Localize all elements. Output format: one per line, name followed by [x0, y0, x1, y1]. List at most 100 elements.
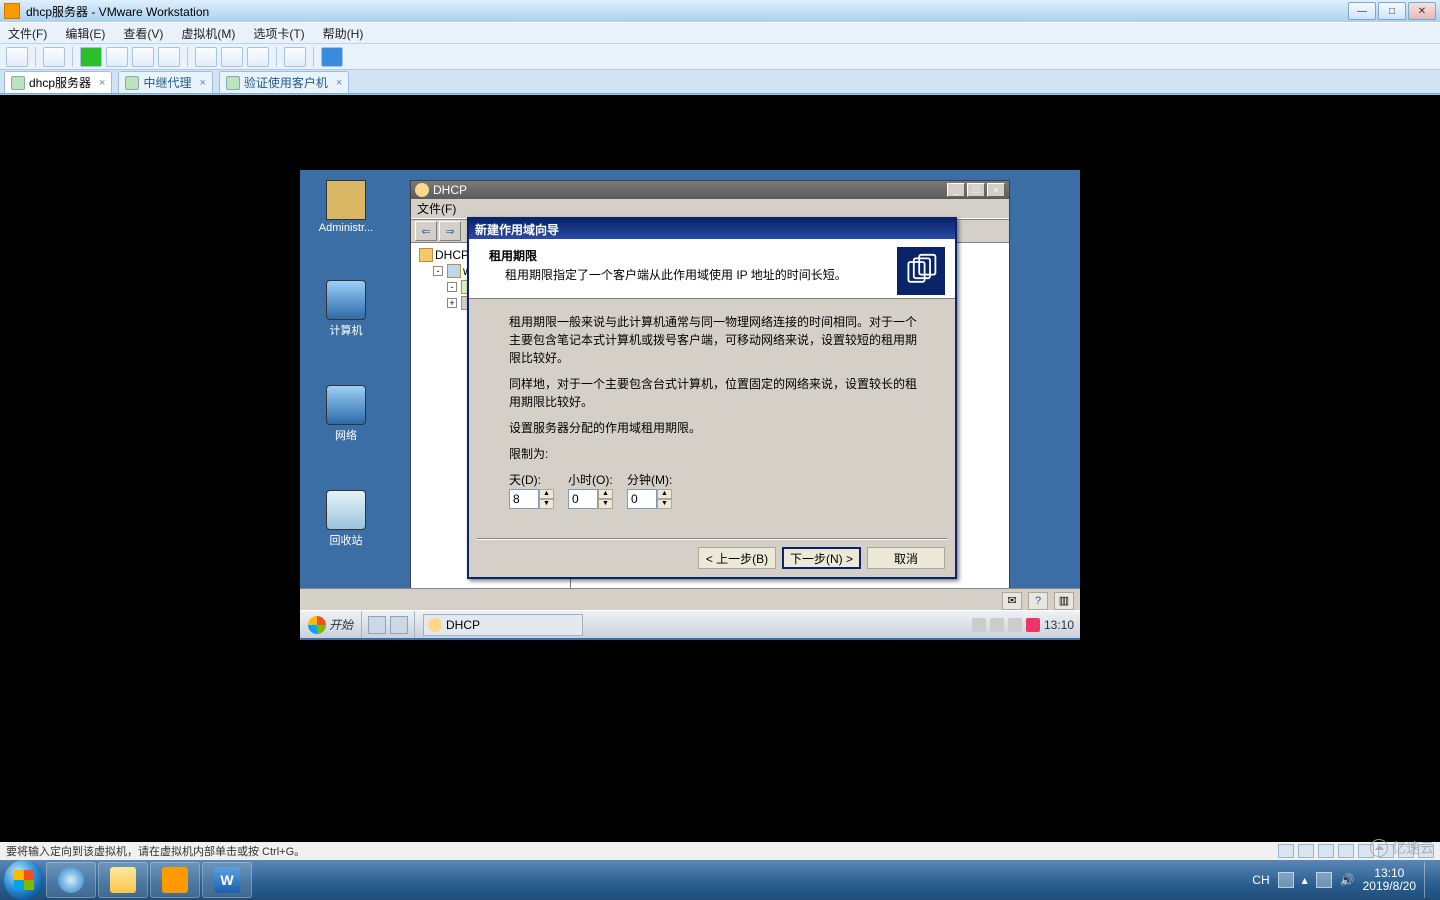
- tray-flag-icon[interactable]: [1278, 872, 1294, 888]
- minutes-input[interactable]: [627, 489, 657, 509]
- guest-viewport[interactable]: Administr... 计算机 网络 回收站 DHCP _: [0, 95, 1440, 860]
- host-start-button[interactable]: [4, 860, 44, 900]
- toolbar-reset-icon[interactable]: [158, 47, 180, 67]
- device-hdd-icon[interactable]: [1278, 844, 1294, 858]
- tray-shield-icon[interactable]: [1026, 618, 1040, 632]
- tab-close-icon[interactable]: ×: [99, 77, 105, 89]
- hours-spinner[interactable]: ▲▼: [568, 489, 613, 509]
- spinner-up-icon[interactable]: ▲: [657, 489, 672, 499]
- host-window: dhcp服务器 - VMware Workstation — □ ✕ 文件(F)…: [0, 0, 1440, 900]
- tray-network-icon[interactable]: [1316, 872, 1332, 888]
- close-button[interactable]: ✕: [1408, 2, 1436, 20]
- mmc-titlebar[interactable]: DHCP _ □ ×: [411, 181, 1009, 199]
- spinner-down-icon[interactable]: ▼: [657, 499, 672, 509]
- mmc-menubar: 文件(F): [411, 199, 1009, 219]
- vm-tab-dhcp[interactable]: dhcp服务器 ×: [4, 71, 112, 93]
- menu-vm[interactable]: 虚拟机(M): [181, 25, 235, 42]
- tray-network-icon[interactable]: [1008, 618, 1022, 632]
- maximize-button[interactable]: □: [1378, 2, 1406, 20]
- toolbar-play-icon[interactable]: [80, 47, 102, 67]
- nav-back-icon[interactable]: ⇐: [415, 221, 437, 241]
- vmware-icon: [4, 3, 20, 19]
- tree-root[interactable]: DHCP: [435, 248, 469, 262]
- toolbar-stop-icon[interactable]: [132, 47, 154, 67]
- quicklaunch-icon[interactable]: [390, 616, 408, 634]
- tray-icon[interactable]: [972, 618, 986, 632]
- nav-forward-icon[interactable]: ⇒: [439, 221, 461, 241]
- tray-volume-icon[interactable]: 🔊: [1340, 873, 1355, 887]
- days-input[interactable]: [509, 489, 539, 509]
- vm-tab-relay[interactable]: 中继代理 ×: [118, 71, 212, 93]
- minutes-spinner[interactable]: ▲▼: [627, 489, 672, 509]
- mmc-minimize-button[interactable]: _: [947, 183, 965, 197]
- guest-task-dhcp[interactable]: DHCP: [423, 614, 583, 636]
- guest-quicklaunch: [362, 611, 415, 638]
- toolbar-pause-icon[interactable]: [106, 47, 128, 67]
- toolbar-view1-icon[interactable]: [195, 47, 217, 67]
- status-device-icon[interactable]: ▥: [1054, 592, 1074, 610]
- quicklaunch-icon[interactable]: [368, 616, 386, 634]
- taskbar-vmware[interactable]: [150, 862, 200, 898]
- device-cd-icon[interactable]: [1298, 844, 1314, 858]
- vm-state-icon: [125, 76, 139, 90]
- guest-start-button[interactable]: 开始: [300, 611, 362, 638]
- back-button[interactable]: < 上一步(B): [698, 547, 776, 569]
- cancel-button[interactable]: 取消: [867, 547, 945, 569]
- tray-chevron-up-icon[interactable]: ▴: [1302, 873, 1308, 887]
- hours-input[interactable]: [568, 489, 598, 509]
- next-button[interactable]: 下一步(N) >: [782, 547, 861, 569]
- menu-tabs[interactable]: 选项卡(T): [253, 25, 304, 42]
- status-message-icon[interactable]: ✉: [1002, 592, 1022, 610]
- menu-help[interactable]: 帮助(H): [323, 25, 364, 42]
- toolbar-snapshot-icon[interactable]: [43, 47, 65, 67]
- toolbar-power-icon[interactable]: [6, 47, 28, 67]
- guest-clock[interactable]: 13:10: [1044, 618, 1074, 632]
- mmc-menu-file[interactable]: 文件(F): [417, 200, 456, 217]
- mmc-close-button[interactable]: ×: [987, 183, 1005, 197]
- host-taskbar: W CH ▴ 🔊 13:10 2019/8/20: [0, 860, 1440, 900]
- mmc-maximize-button[interactable]: □: [967, 183, 985, 197]
- taskbar-explorer[interactable]: [98, 862, 148, 898]
- show-desktop-button[interactable]: [1424, 862, 1432, 898]
- toolbar-unity-icon[interactable]: [284, 47, 306, 67]
- device-usb-icon[interactable]: [1338, 844, 1354, 858]
- status-help-icon[interactable]: ?: [1028, 592, 1048, 610]
- desktop-icon-administrator[interactable]: Administr...: [310, 180, 382, 234]
- guest-vmware-statusbar: ✉ ? ▥: [300, 588, 1080, 612]
- vm-tab-client[interactable]: 验证使用客户机 ×: [219, 71, 349, 93]
- minutes-label: 分钟(M):: [627, 471, 672, 489]
- device-net-icon[interactable]: [1318, 844, 1334, 858]
- vm-state-icon: [226, 76, 240, 90]
- spinner-up-icon[interactable]: ▲: [598, 489, 613, 499]
- spinner-up-icon[interactable]: ▲: [539, 489, 554, 499]
- minimize-button[interactable]: —: [1348, 2, 1376, 20]
- wizard-para3: 设置服务器分配的作用域租用期限。: [509, 419, 927, 437]
- spinner-down-icon[interactable]: ▼: [539, 499, 554, 509]
- toolbar-view3-icon[interactable]: [247, 47, 269, 67]
- desktop-icon-recycle-bin[interactable]: 回收站: [310, 490, 382, 548]
- toolbar-fullscreen-icon[interactable]: [321, 47, 343, 67]
- tab-close-icon[interactable]: ×: [199, 77, 205, 89]
- tree-collapse-icon[interactable]: -: [433, 266, 443, 276]
- computer-icon: [326, 280, 366, 320]
- toolbar-view2-icon[interactable]: [221, 47, 243, 67]
- tree-collapse-icon[interactable]: -: [447, 282, 457, 292]
- taskbar-word[interactable]: W: [202, 862, 252, 898]
- vm-tab-label: dhcp服务器: [29, 74, 91, 91]
- menu-view[interactable]: 查看(V): [123, 25, 163, 42]
- explorer-icon: [110, 867, 136, 893]
- taskbar-ie[interactable]: [46, 862, 96, 898]
- menu-file[interactable]: 文件(F): [8, 25, 47, 42]
- tray-icon[interactable]: [990, 618, 1004, 632]
- start-label: 开始: [329, 616, 353, 633]
- spinner-down-icon[interactable]: ▼: [598, 499, 613, 509]
- menu-edit[interactable]: 编辑(E): [65, 25, 105, 42]
- days-spinner[interactable]: ▲▼: [509, 489, 554, 509]
- host-clock-date[interactable]: 2019/8/20: [1363, 880, 1416, 893]
- desktop-icon-network[interactable]: 网络: [310, 385, 382, 443]
- tree-expand-icon[interactable]: +: [447, 298, 457, 308]
- wizard-titlebar[interactable]: 新建作用域向导: [469, 219, 955, 239]
- desktop-icon-computer[interactable]: 计算机: [310, 280, 382, 338]
- tab-close-icon[interactable]: ×: [336, 77, 342, 89]
- ime-indicator[interactable]: CH: [1252, 873, 1269, 887]
